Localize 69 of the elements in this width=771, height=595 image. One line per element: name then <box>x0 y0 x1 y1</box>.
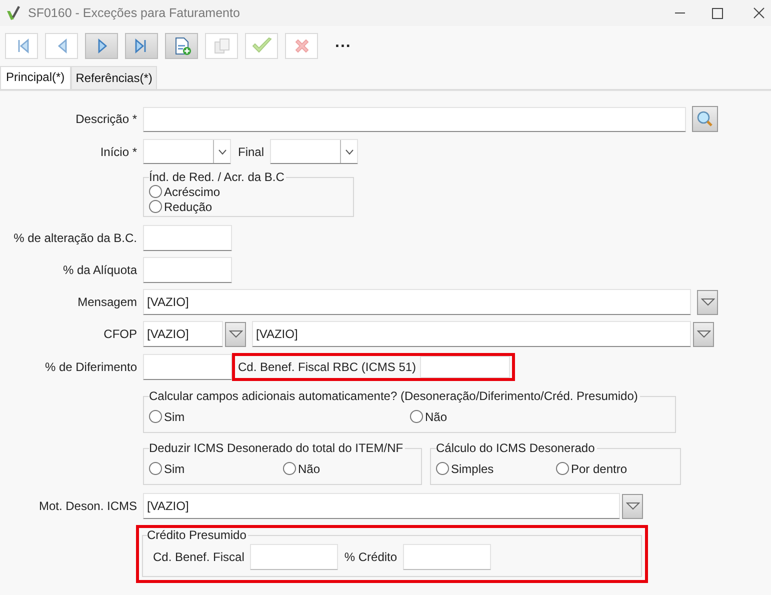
group-title: Crédito Presumido <box>147 528 248 542</box>
select-field[interactable]: [VAZIO] <box>143 321 223 347</box>
date-select[interactable] <box>143 139 231 164</box>
toolbar-button[interactable] <box>85 33 118 59</box>
field-label: CFOP <box>102 327 137 341</box>
radio-label[interactable]: Redução <box>164 200 212 214</box>
radio-button[interactable] <box>556 462 569 475</box>
radio-label[interactable]: Acréscimo <box>164 184 220 198</box>
dropdown-arrow-icon <box>228 330 242 338</box>
date-select[interactable] <box>270 139 358 164</box>
field-label: Cd. Benef. Fiscal <box>153 550 244 564</box>
dropdown-button[interactable] <box>693 322 714 346</box>
radio-label[interactable]: Não <box>298 462 320 476</box>
radio-button[interactable] <box>149 200 162 213</box>
radio-button[interactable] <box>436 462 449 475</box>
dropdown-arrow-icon <box>700 298 714 306</box>
maximize-icon[interactable] <box>712 8 723 18</box>
radio-button[interactable] <box>410 410 423 423</box>
close-icon[interactable] <box>753 7 765 19</box>
field-label: Cd. Benef. Fiscal RBC (ICMS 51) <box>238 360 416 374</box>
field-label: % Crédito <box>344 550 398 564</box>
chevron-down-icon <box>344 148 354 154</box>
radio-label[interactable]: Por dentro <box>571 462 628 476</box>
dropdown-button[interactable] <box>697 290 718 314</box>
window-title: SF0160 - Exceções para Faturamento <box>28 6 240 20</box>
field-label: % de Diferimento <box>44 360 137 374</box>
field-label: % da Alíquota <box>62 263 137 277</box>
chevron-down-icon <box>218 148 226 154</box>
app-logo-icon <box>6 5 22 21</box>
group-title: Índ. de Red. / Acr. da B.C <box>149 170 286 184</box>
radio-button[interactable] <box>283 462 296 475</box>
group-title: Cálculo do ICMS Desonerado <box>436 441 596 455</box>
radio-label[interactable]: Sim <box>164 410 185 424</box>
toolbar-button[interactable] <box>125 33 158 59</box>
copy-icon <box>212 36 232 56</box>
field-label: Mensagem <box>76 295 137 309</box>
radio-label[interactable]: Simples <box>451 462 494 476</box>
radio-button[interactable] <box>149 410 162 423</box>
select-field[interactable]: [VAZIO] <box>143 289 691 315</box>
dropdown-arrow-icon <box>626 502 640 510</box>
select-field[interactable]: [VAZIO] <box>143 493 620 519</box>
dropdown-button[interactable] <box>225 322 246 346</box>
field-label: Final <box>238 144 264 158</box>
radio-button[interactable] <box>149 462 162 475</box>
input-field[interactable] <box>403 544 492 570</box>
field-label: Descrição * <box>74 112 137 126</box>
group-title: Deduzir ICMS Desonerado do total do ITEM/NF <box>149 441 404 455</box>
input-field[interactable] <box>143 257 232 283</box>
input-field[interactable] <box>143 354 232 380</box>
tab[interactable]: Referências(*) <box>70 66 158 89</box>
more-button[interactable]: ... <box>325 34 352 58</box>
search-icon <box>696 110 714 128</box>
dropdown-button[interactable] <box>622 494 643 518</box>
select-field[interactable]: [VAZIO] <box>252 321 691 347</box>
search-button[interactable] <box>692 106 718 132</box>
field-label: Início * <box>99 144 137 158</box>
radio-button[interactable] <box>149 185 162 198</box>
field-label: Mot. Deson. ICMS <box>38 499 137 513</box>
input-field[interactable] <box>143 106 686 132</box>
dropdown-arrow-icon <box>696 330 710 338</box>
input-field[interactable] <box>420 356 510 378</box>
group-title: Calcular campos adicionais automaticamente? (Desoneração/Diferimento/Créd. Presumido) <box>149 389 639 403</box>
toolbar-button[interactable] <box>165 33 198 59</box>
radio-label[interactable]: Sim <box>164 462 185 476</box>
tab[interactable]: Principal(*) <box>0 66 71 89</box>
radio-label[interactable]: Não <box>425 410 448 424</box>
field-label: % de alteração da B.C. <box>12 231 137 245</box>
input-field[interactable] <box>250 544 338 570</box>
input-field[interactable] <box>143 225 232 251</box>
